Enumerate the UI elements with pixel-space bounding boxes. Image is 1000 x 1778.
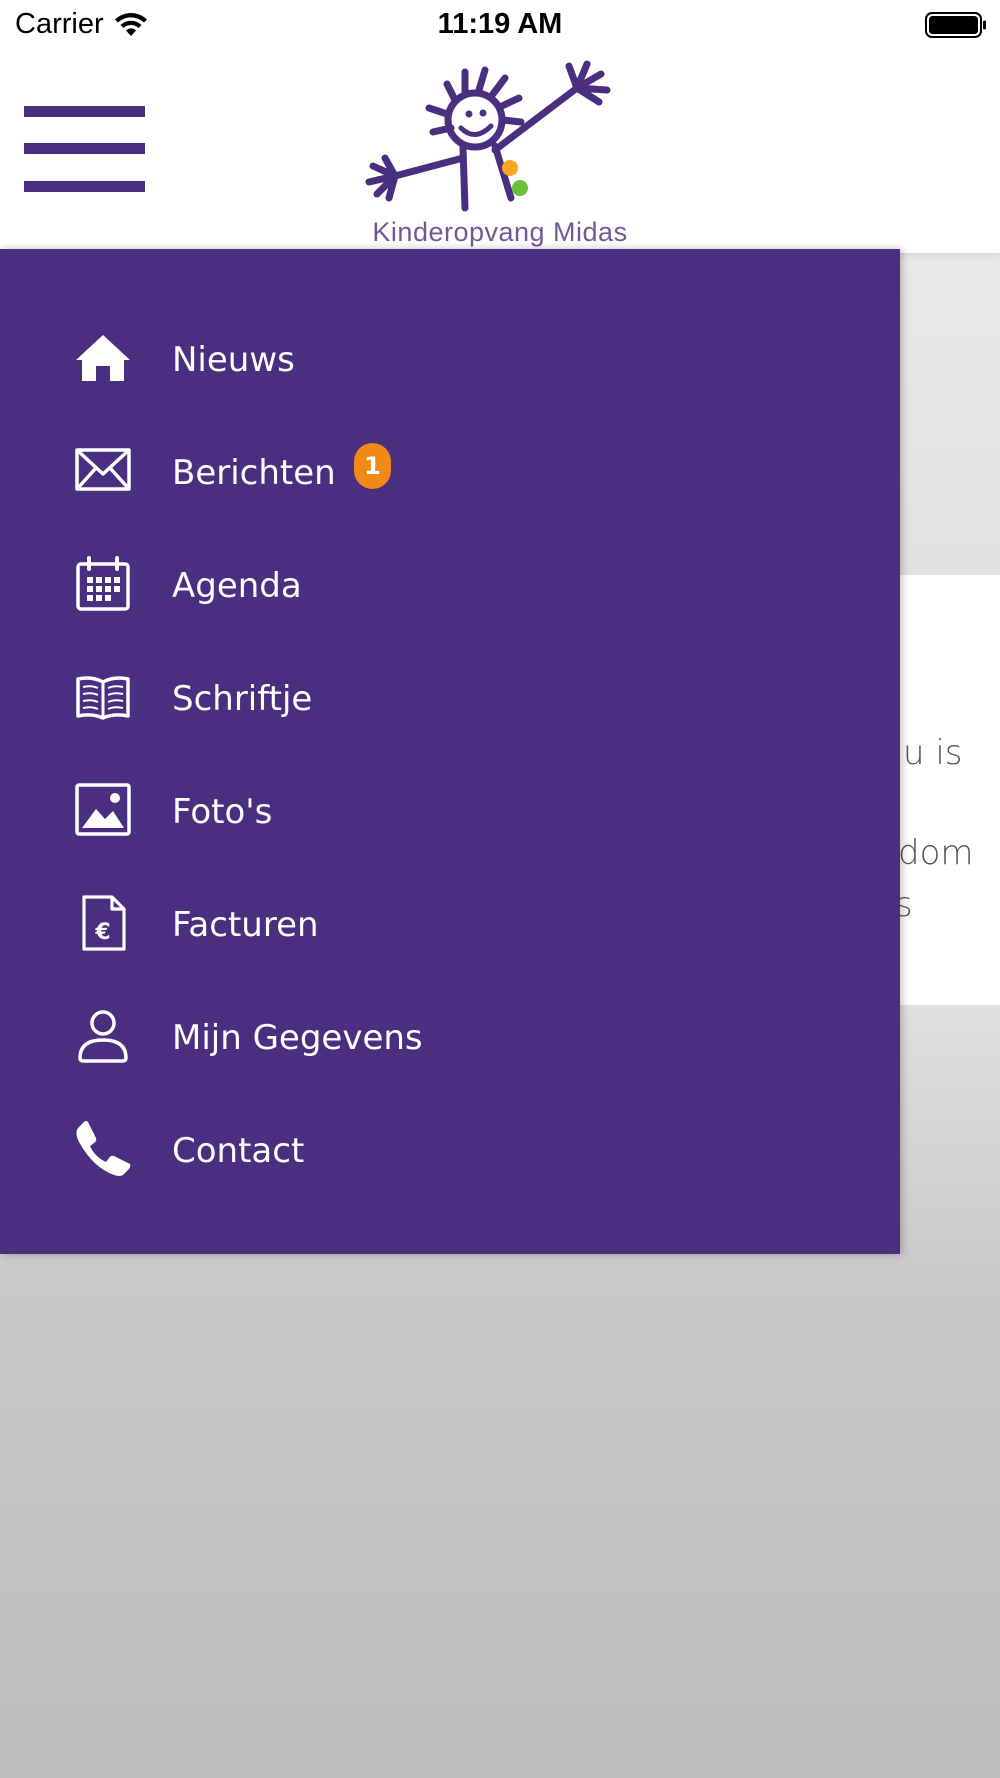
menu-item-schriftje[interactable]: Schriftje bbox=[0, 648, 900, 758]
envelope-icon bbox=[74, 442, 132, 500]
menu-item-berichten[interactable]: Berichten 1 bbox=[0, 422, 900, 532]
invoice-euro-icon: € bbox=[74, 894, 132, 952]
menu-item-label: Contact bbox=[172, 1131, 305, 1171]
menu-item-label: Schriftje bbox=[172, 679, 313, 719]
menu-item-label: Nieuws bbox=[172, 340, 295, 380]
menu-item-label: Facturen bbox=[172, 905, 319, 945]
menu-item-nieuws[interactable]: Nieuws bbox=[0, 309, 900, 419]
menu-item-contact[interactable]: Contact bbox=[0, 1100, 900, 1210]
midas-logo: Kinderopvang Midas bbox=[355, 58, 645, 248]
menu-item-agenda[interactable]: Agenda bbox=[0, 535, 900, 645]
navigation-drawer: Nieuws Berichten 1 Agenda Schriftje Foto… bbox=[0, 249, 900, 1254]
status-time: 11:19 AM bbox=[437, 8, 563, 40]
svg-text:€: € bbox=[94, 920, 110, 945]
home-icon bbox=[74, 329, 132, 387]
background-text-line: dom bbox=[898, 833, 974, 873]
status-bar: Carrier 11:19 AM bbox=[0, 0, 1000, 50]
app-header: Kinderopvang Midas bbox=[0, 50, 1000, 253]
photo-icon bbox=[74, 781, 132, 839]
book-icon bbox=[74, 668, 132, 726]
menu-item-label: Berichten bbox=[172, 453, 336, 493]
battery-icon bbox=[925, 12, 986, 38]
hamburger-menu-button[interactable] bbox=[24, 106, 145, 192]
menu-item-mijn-gegevens[interactable]: Mijn Gegevens bbox=[0, 987, 900, 1097]
menu-item-label: Mijn Gegevens bbox=[172, 1018, 423, 1058]
phone-icon bbox=[74, 1120, 132, 1178]
menu-item-label: Foto's bbox=[172, 792, 273, 832]
background-text-line: u is bbox=[903, 733, 963, 773]
logo-text: Kinderopvang Midas bbox=[372, 217, 628, 247]
menu-item-fotos[interactable]: Foto's bbox=[0, 761, 900, 871]
logo-figure bbox=[365, 60, 611, 212]
unread-badge: 1 bbox=[354, 443, 391, 489]
menu-item-facturen[interactable]: € Facturen bbox=[0, 874, 900, 984]
menu-item-label: Agenda bbox=[172, 566, 302, 606]
calendar-icon bbox=[74, 555, 132, 613]
user-icon bbox=[74, 1007, 132, 1065]
